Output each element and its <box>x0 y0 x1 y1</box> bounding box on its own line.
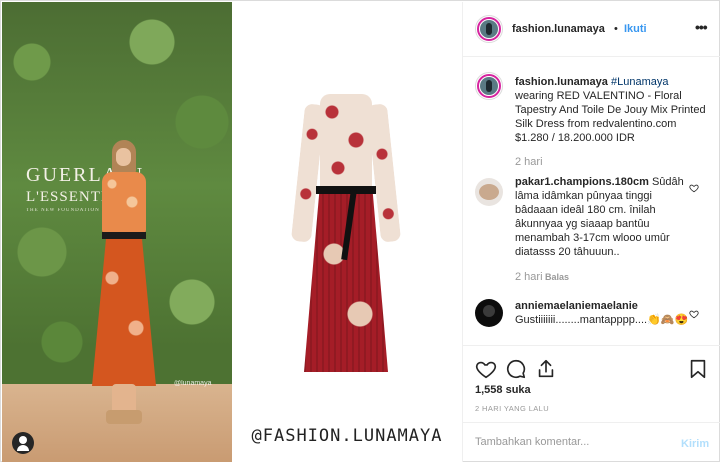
post-header: fashion.lunamaya • Ikuti ••• <box>463 2 720 57</box>
caption-hashtag[interactable]: #Lunamaya <box>611 76 669 88</box>
caption: fashion.lunamaya #Lunamaya wearing RED V… <box>515 75 709 145</box>
event-photo: GUERLAIN L'ESSENTIEL THE NEW FOUNDATION … <box>2 2 232 462</box>
dress-illustration <box>290 94 402 372</box>
comment-text: Gustiiiiiii........mantapppp....👏🙈😍 <box>515 314 689 326</box>
woman-figure <box>84 140 164 440</box>
comment-username[interactable]: pakar1.champions.180cm <box>515 176 649 188</box>
comment-avatar[interactable] <box>475 299 503 327</box>
comment-username[interactable]: anniemaelaniemaelanie <box>515 300 638 312</box>
caption-avatar[interactable] <box>475 72 503 100</box>
more-options-icon[interactable]: ••• <box>695 19 708 35</box>
reply-button[interactable]: Balas <box>545 272 569 282</box>
comment: pakar1.champions.180cm Sûdâh lâma idâmka… <box>515 175 691 259</box>
comment-text: Sûdâh lâma idâmkan pûnyaa tinggi bâdaaan… <box>515 176 684 258</box>
header-separator: • <box>614 23 618 35</box>
account-watermark: @FASHION.LUNAMAYA <box>251 426 443 446</box>
avatar[interactable] <box>475 15 503 43</box>
like-count[interactable]: 1,558 suka <box>475 384 531 396</box>
follow-button[interactable]: Ikuti <box>624 23 647 35</box>
bookmark-icon[interactable] <box>687 358 709 380</box>
comment-avatar[interactable] <box>475 178 503 206</box>
post-frame: GUERLAIN L'ESSENTIEL THE NEW FOUNDATION … <box>0 0 720 462</box>
post-timestamp[interactable]: 2 HARI YANG LALU <box>475 404 549 413</box>
post-media[interactable]: GUERLAIN L'ESSENTIEL THE NEW FOUNDATION … <box>2 2 462 462</box>
caption-time[interactable]: 2 hari <box>515 156 543 168</box>
post-sidebar: fashion.lunamaya • Ikuti ••• fashion.lun… <box>462 2 720 462</box>
user-tag-icon[interactable] <box>12 432 34 454</box>
post-comment-button[interactable]: Kirim <box>681 438 709 450</box>
action-bar: 1,558 suka 2 HARI YANG LALU Kirim <box>463 345 720 453</box>
like-small-icon[interactable] <box>689 183 699 193</box>
comment-input[interactable] <box>475 436 665 448</box>
header-username[interactable]: fashion.lunamaya <box>512 23 605 35</box>
comments-section[interactable]: fashion.lunamaya #Lunamaya wearing RED V… <box>463 58 720 344</box>
caption-text: wearing RED VALENTINO - Floral Tapestry … <box>515 90 706 144</box>
share-icon[interactable] <box>535 358 557 380</box>
caption-username[interactable]: fashion.lunamaya <box>515 76 608 88</box>
comment-time[interactable]: 2 hari <box>515 271 543 283</box>
photo-watermark: @lunamaya <box>174 380 212 387</box>
comment: anniemaelaniemaelanie Gustiiiiiii.......… <box>515 299 691 327</box>
comment-icon[interactable] <box>505 358 527 380</box>
dress-photo: @FASHION.LUNAMAYA <box>232 2 462 462</box>
heart-icon[interactable] <box>475 358 497 380</box>
comment-composer: Kirim <box>463 422 720 462</box>
like-small-icon[interactable] <box>689 309 699 319</box>
